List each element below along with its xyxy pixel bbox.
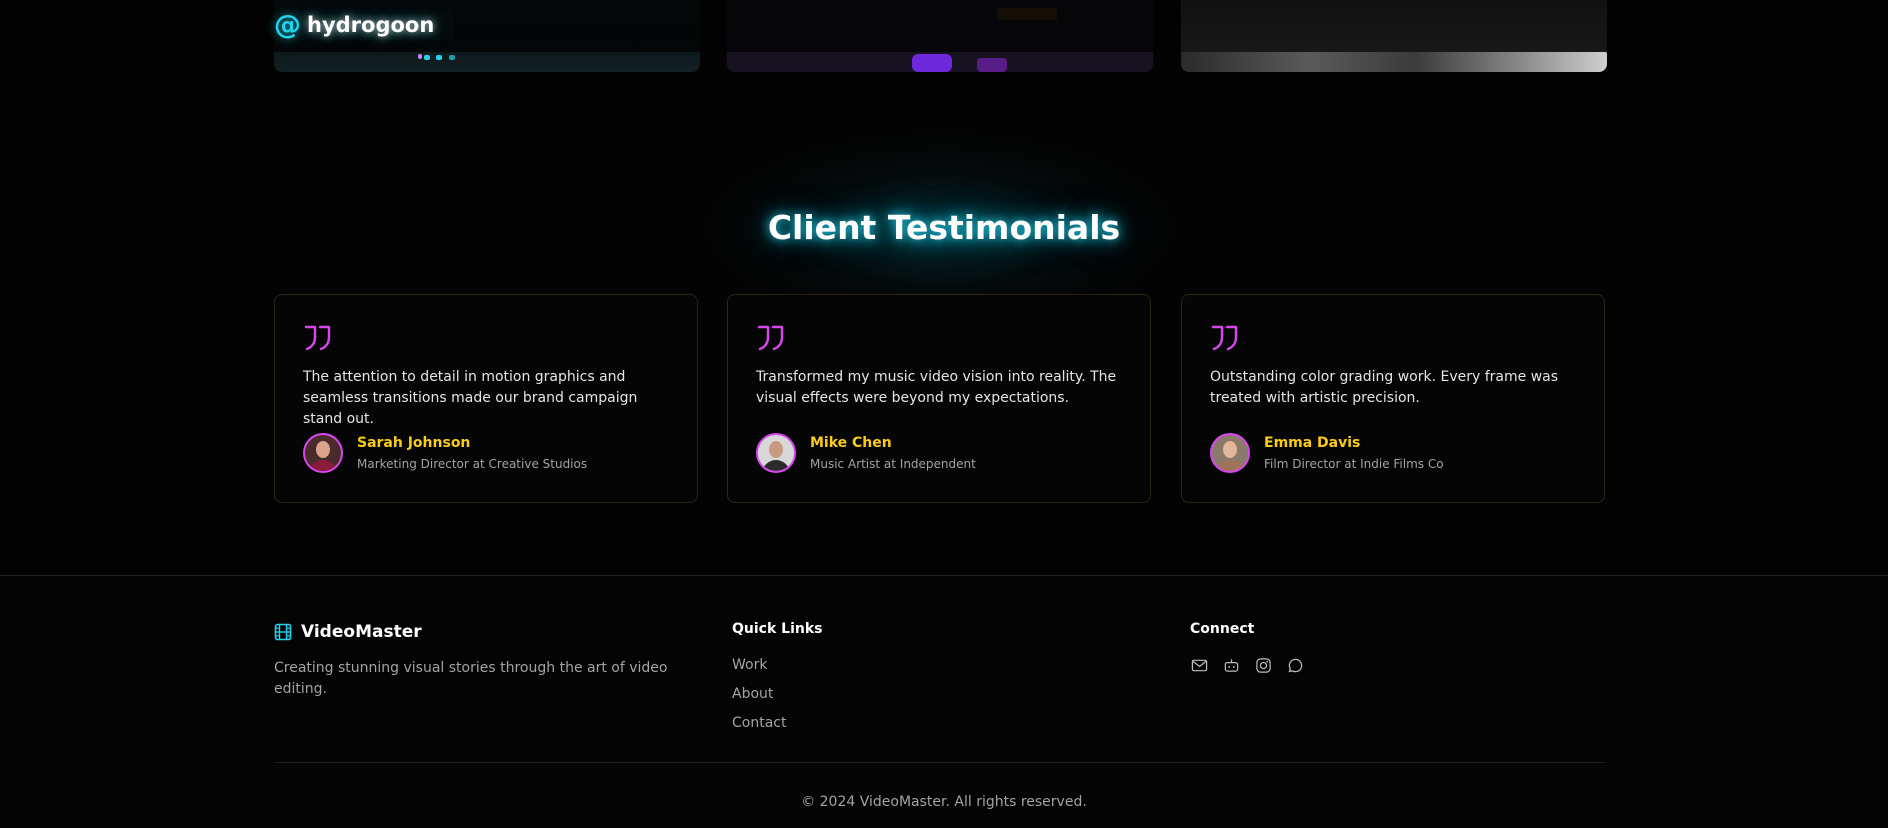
author-role: Music Artist at Independent	[810, 456, 976, 471]
footer-link-work[interactable]: Work	[732, 657, 767, 673]
avatar	[303, 433, 343, 473]
bot-icon[interactable]	[1222, 656, 1240, 674]
footer-divider	[274, 762, 1606, 763]
quote-icon	[304, 325, 331, 351]
portfolio-strip: @ hydrogoon	[0, 0, 1888, 75]
footer-brand[interactable]: VideoMaster	[274, 622, 422, 642]
quote-icon	[757, 325, 784, 351]
brand-name: hydrogoon	[307, 13, 435, 37]
testimonial-author: Mike Chen Music Artist at Independent	[756, 433, 976, 473]
author-role: Film Director at Indie Films Co	[1264, 456, 1444, 471]
header-brand[interactable]: @ hydrogoon	[274, 9, 434, 41]
testimonial-author: Sarah Johnson Marketing Director at Crea…	[303, 433, 587, 473]
connect-title: Connect	[1190, 621, 1255, 637]
author-role: Marketing Director at Creative Studios	[357, 456, 588, 471]
mail-icon[interactable]	[1190, 656, 1208, 674]
footer-link-about[interactable]: About	[732, 686, 773, 702]
author-name: Sarah Johnson	[357, 434, 471, 451]
footer-link-contact[interactable]: Contact	[732, 715, 786, 731]
testimonial-quote: Outstanding color grading work. Every fr…	[1210, 369, 1559, 406]
testimonial-card: Transformed my music video vision into r…	[727, 294, 1151, 503]
testimonial-card: The attention to detail in motion graphi…	[274, 294, 698, 503]
quick-links-title: Quick Links	[732, 621, 823, 637]
testimonial-author: Emma Davis Film Director at Indie Films …	[1210, 433, 1444, 473]
author-name: Emma Davis	[1264, 434, 1361, 451]
footer-description: Creating stunning visual stories through…	[274, 660, 668, 697]
section-title: Client Testimonials	[767, 208, 1121, 247]
film-icon	[274, 623, 292, 641]
avatar	[756, 433, 796, 473]
at-icon: @	[274, 9, 301, 41]
avatar	[1210, 433, 1250, 473]
author-name: Mike Chen	[810, 434, 892, 451]
testimonial-card: Outstanding color grading work. Every fr…	[1181, 294, 1605, 503]
testimonial-quote: The attention to detail in motion graphi…	[303, 369, 638, 427]
chat-icon[interactable]	[1286, 656, 1304, 674]
copyright: © 2024 VideoMaster. All rights reserved.	[801, 794, 1087, 810]
instagram-icon[interactable]	[1254, 656, 1272, 674]
testimonial-quote: Transformed my music video vision into r…	[756, 369, 1117, 406]
footer-brand-name: VideoMaster	[301, 622, 422, 642]
quote-icon	[1211, 325, 1238, 351]
footer: VideoMaster Creating stunning visual sto…	[0, 575, 1888, 828]
